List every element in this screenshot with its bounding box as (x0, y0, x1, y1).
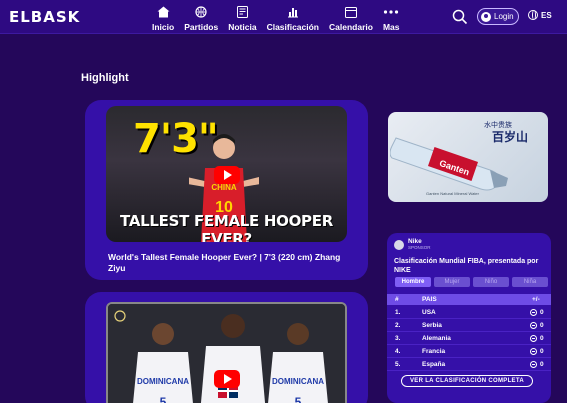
video-title[interactable]: World's Tallest Female Hooper Ever? | 7'… (108, 252, 358, 274)
jersey-text-right: DOMINICANA (272, 377, 324, 386)
column-country: PAIS (422, 296, 437, 303)
table-row[interactable]: 2. Serbia 0 (387, 319, 551, 332)
section-title: Highlight (81, 72, 129, 84)
table-row[interactable]: 4. Francia 0 (387, 345, 551, 358)
nav-label-calendario: Calendario (329, 22, 373, 32)
ranking-table-body: 1. USA 0 2. Serbia 0 3. Alemania 0 4. Fr… (387, 306, 551, 371)
table-row[interactable]: 5. España 0 (387, 358, 551, 371)
basketball-icon (193, 4, 209, 20)
row-country: Alemania (422, 335, 451, 342)
sponsor-header: Nike SPONSOR (394, 238, 431, 251)
nav-item-clasificacion[interactable]: Clasificación (263, 2, 323, 34)
row-rank: 3. (395, 335, 401, 342)
video-thumbnail[interactable]: DOMINICANA 5 DOMINICANA 5 (106, 302, 347, 403)
jersey-text-left: DOMINICANA (137, 377, 189, 386)
login-label: Login (494, 12, 514, 21)
more-icon (383, 4, 399, 20)
video-card[interactable]: DOMINICANA 5 DOMINICANA 5 (85, 292, 368, 403)
site-logo[interactable]: ELBASK (9, 8, 80, 26)
sponsor-logo (394, 239, 404, 250)
minus-circle-icon (530, 348, 537, 355)
row-change: 0 (540, 309, 544, 316)
play-icon[interactable] (214, 166, 240, 184)
top-navigation-bar: ELBASK Inicio Partidos Noticia Clasifica… (0, 0, 567, 34)
ad-title: 百岁山 (492, 130, 529, 144)
video-thumbnail[interactable]: 7'3" CHINA 10 TALLEST FEMALE HOOPER EVER… (106, 106, 347, 242)
minus-circle-icon (530, 361, 537, 368)
nav-label-partidos: Partidos (184, 22, 219, 32)
column-rank: # (395, 296, 399, 303)
row-rank: 4. (395, 348, 401, 355)
home-icon (155, 4, 171, 20)
table-row[interactable]: 1. USA 0 (387, 306, 551, 319)
column-change: +/- (532, 296, 540, 303)
row-rank: 5. (395, 361, 401, 368)
minus-circle-icon (530, 335, 537, 342)
ranking-table-header: # PAIS +/- (387, 294, 551, 305)
row-country: Francia (422, 348, 446, 355)
video-card[interactable]: 7'3" CHINA 10 TALLEST FEMALE HOOPER EVER… (85, 100, 368, 280)
ranking-tabs: Hombre Mujer Niño Niña (395, 277, 548, 287)
ad-caption: Ganten Natural Mineral Water (426, 191, 479, 196)
row-rank: 2. (395, 322, 401, 329)
jersey-number-right: 5 (295, 395, 302, 403)
ranking-title: Clasificación Mundial FIBA, presentada p… (394, 258, 539, 274)
row-change: 0 (540, 348, 544, 355)
news-icon (234, 4, 250, 20)
globe-icon (528, 10, 538, 20)
row-country: USA (422, 309, 436, 316)
row-change: 0 (540, 335, 544, 342)
nav-item-noticia[interactable]: Noticia (224, 2, 260, 34)
jersey-number-left: 5 (160, 395, 167, 403)
user-icon (481, 11, 491, 22)
language-label: ES (541, 10, 552, 20)
nav-label-clasificacion: Clasificación (266, 22, 319, 32)
row-change: 0 (540, 322, 544, 329)
play-icon[interactable] (214, 370, 240, 388)
search-icon[interactable] (452, 9, 468, 25)
calendar-icon (343, 4, 359, 20)
sponsor-ad-banner[interactable]: Ganten 水中贵族 百岁山 Ganten Natural Mineral W… (388, 112, 548, 202)
row-country: España (422, 361, 446, 368)
sponsor-name: Nike (408, 238, 422, 245)
nav-item-mas[interactable]: Mas (379, 2, 404, 34)
minus-circle-icon (530, 309, 537, 316)
sponsor-tag: SPONSOR (408, 245, 431, 250)
bar-chart-icon (285, 4, 301, 20)
thumbnail-caption: TALLEST FEMALE HOOPER EVER? (120, 212, 333, 242)
table-row[interactable]: 3. Alemania 0 (387, 332, 551, 345)
tab-hombre[interactable]: Hombre (395, 277, 431, 287)
nav-label-inicio: Inicio (152, 22, 175, 32)
tab-nina[interactable]: Niña (512, 277, 548, 287)
nav-item-calendario[interactable]: Calendario (325, 2, 377, 34)
ranking-widget: Nike SPONSOR Clasificación Mundial FIBA,… (387, 233, 551, 403)
language-selector[interactable]: ES (528, 10, 552, 20)
players-illustration: DOMINICANA 5 DOMINICANA 5 (108, 304, 345, 403)
row-rank: 1. (395, 309, 401, 316)
row-country: Serbia (422, 322, 442, 329)
row-change: 0 (540, 361, 544, 368)
main-nav: Inicio Partidos Noticia Clasificación Ca… (148, 2, 405, 34)
tab-mujer[interactable]: Mujer (434, 277, 470, 287)
login-button[interactable]: Login (477, 8, 519, 25)
view-full-ranking-button[interactable]: VER LA CLASIFICACIÓN COMPLETA (401, 375, 533, 387)
nav-label-noticia: Noticia (228, 22, 257, 32)
tab-nino[interactable]: Niño (473, 277, 509, 287)
thumbnail-jersey-text: CHINA (211, 183, 237, 192)
minus-circle-icon (530, 322, 537, 329)
nav-item-partidos[interactable]: Partidos (180, 2, 222, 34)
nav-label-mas: Mas (382, 22, 400, 32)
nav-item-inicio[interactable]: Inicio (148, 2, 178, 34)
